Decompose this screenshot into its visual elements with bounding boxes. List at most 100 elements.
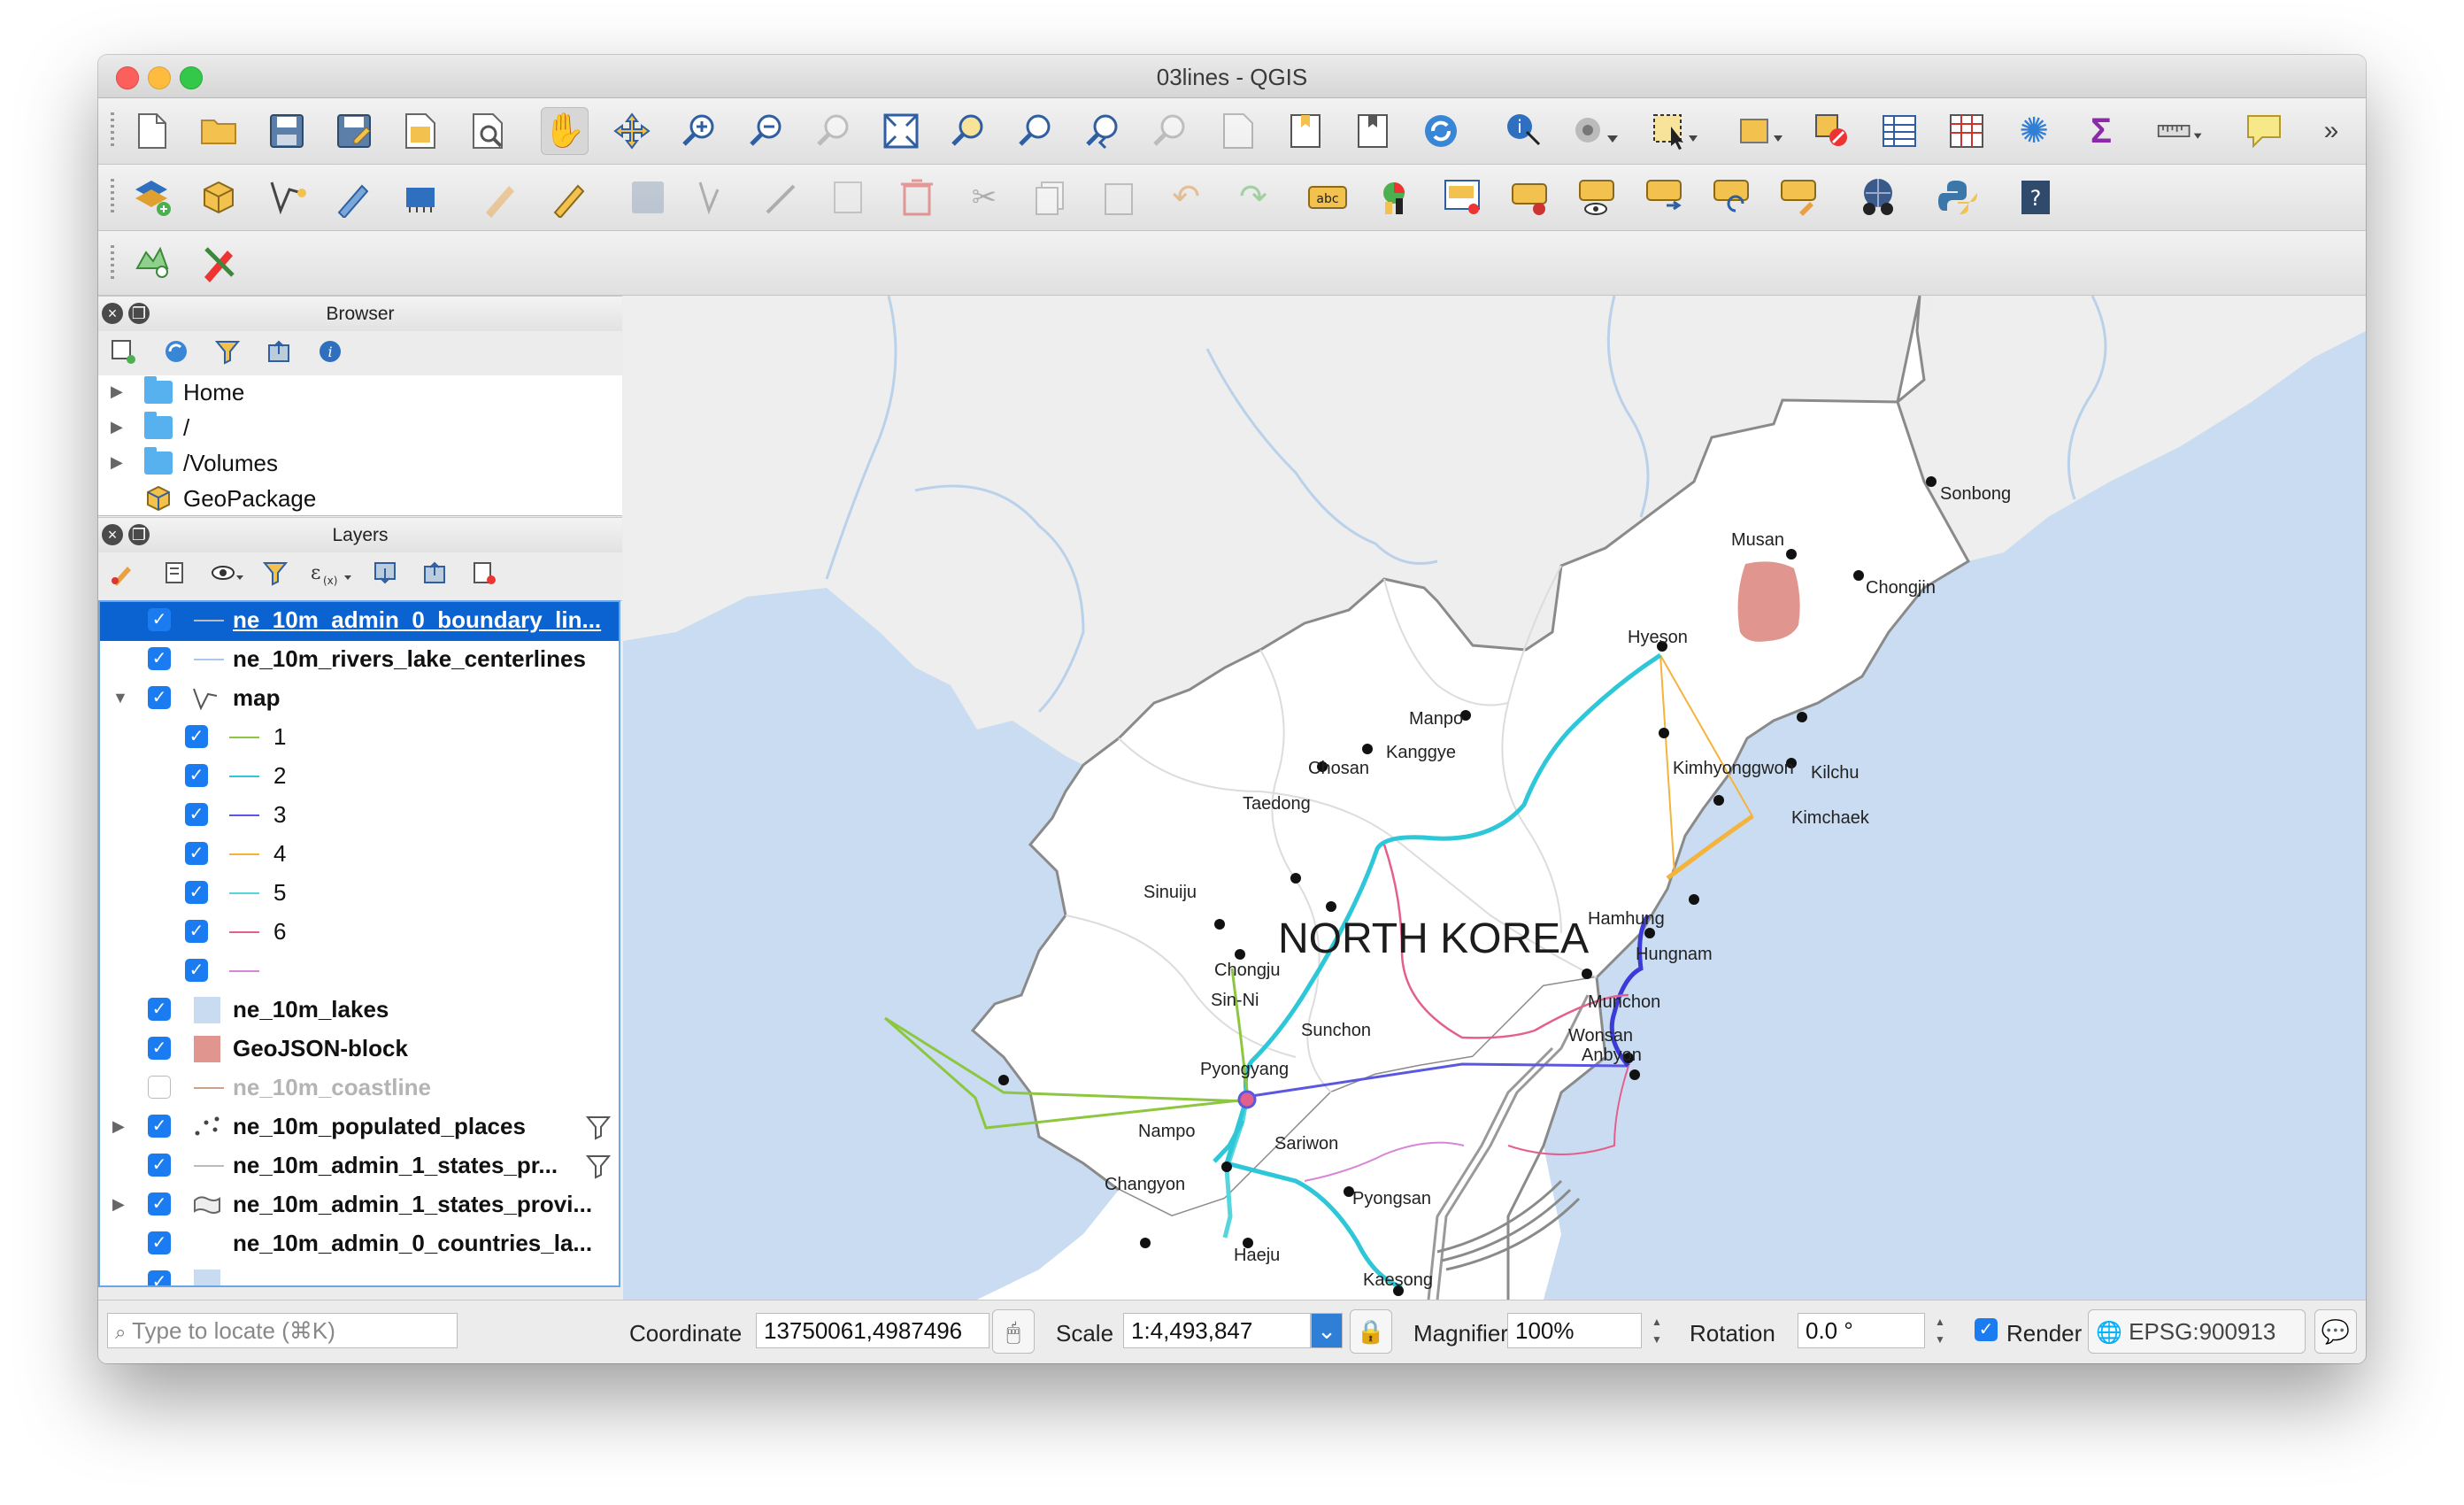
- refresh-icon[interactable]: [1417, 107, 1465, 155]
- annotation-icon[interactable]: [2240, 107, 2288, 155]
- copy-features-icon[interactable]: [1028, 174, 1075, 221]
- rotation-stepper[interactable]: ▲ ▼: [1930, 1313, 1950, 1348]
- new-project-icon[interactable]: [128, 107, 176, 155]
- map-svg[interactable]: NORTH KOREA Musan Sonbong Chongjin Hyeso…: [623, 296, 2366, 1300]
- pan-icon[interactable]: ✋: [541, 107, 589, 155]
- category-row[interactable]: ✓ 5: [100, 875, 619, 914]
- magnifier-field[interactable]: 100%: [1507, 1313, 1642, 1348]
- attribute-table-icon[interactable]: [1875, 107, 1923, 155]
- zoom-last-icon[interactable]: [1079, 107, 1127, 155]
- layer-group-row[interactable]: ▼ ✓ map: [100, 680, 619, 719]
- scale-combobox[interactable]: 1:4,493,847: [1123, 1313, 1311, 1348]
- data-source-manager-icon[interactable]: [196, 174, 243, 221]
- new-map-view-icon[interactable]: [1350, 107, 1398, 155]
- zoom-native-icon[interactable]: [810, 107, 858, 155]
- category-row[interactable]: ✓ 2: [100, 758, 619, 797]
- paste-features-icon[interactable]: [1095, 174, 1143, 221]
- layer-row[interactable]: ▶ ✓ ne_10m_populated_places: [100, 1108, 619, 1147]
- georeferencer-icon[interactable]: [1854, 174, 1902, 221]
- rotation-field[interactable]: 0.0 °: [1798, 1313, 1925, 1348]
- digitize-vertex-icon[interactable]: [263, 174, 311, 221]
- pan-to-selection-icon[interactable]: [608, 107, 656, 155]
- layer-row[interactable]: ▶ ✓ ne_10m_admin_1_states_provi...: [100, 1186, 619, 1225]
- more-tools-icon[interactable]: »: [2307, 107, 2355, 155]
- current-edits-icon[interactable]: [477, 174, 525, 221]
- category-checkbox[interactable]: ✓: [185, 842, 208, 865]
- save-project-icon[interactable]: [263, 107, 311, 155]
- filter-icon[interactable]: [212, 338, 243, 370]
- locator-search-input[interactable]: ⌕ Type to locate (⌘K): [107, 1313, 458, 1348]
- category-row[interactable]: ✓ 1: [100, 719, 619, 758]
- layer-row[interactable]: ✓: [100, 1264, 619, 1285]
- delete-selected-icon[interactable]: [893, 174, 941, 221]
- zoom-to-selection-icon[interactable]: [944, 107, 992, 155]
- label-move-icon[interactable]: [1573, 174, 1621, 221]
- vertex-tool-icon[interactable]: [691, 174, 739, 221]
- scale-dropdown-chevron-icon[interactable]: ⌄: [1311, 1313, 1343, 1348]
- add-group-icon[interactable]: [158, 560, 190, 591]
- deselect-icon[interactable]: [1808, 107, 1856, 155]
- measure-icon[interactable]: [2157, 107, 2205, 155]
- statistics-icon[interactable]: ✺: [2010, 107, 2058, 155]
- lock-scale-icon[interactable]: 🔒: [1350, 1309, 1392, 1354]
- browser-item[interactable]: ▶/Volumes: [98, 446, 622, 482]
- select-features-icon[interactable]: [1651, 107, 1698, 155]
- style-manager-icon[interactable]: [107, 560, 139, 591]
- actions-icon[interactable]: [1571, 107, 1619, 155]
- expand-arrow-icon[interactable]: ▶: [111, 382, 123, 401]
- toggle-extents-mouse-icon[interactable]: 🖱: [992, 1309, 1035, 1354]
- messages-icon[interactable]: 💬: [2314, 1309, 2357, 1354]
- add-selected-layers-icon[interactable]: [107, 338, 139, 370]
- redo-icon[interactable]: ↷: [1229, 174, 1277, 221]
- toolbar-grip[interactable]: [111, 112, 114, 150]
- filter-expression-icon[interactable]: ε (x): [309, 560, 355, 591]
- layer-visibility-checkbox[interactable]: [148, 1076, 171, 1099]
- save-edits-icon[interactable]: [624, 174, 672, 221]
- new-bookmark-icon[interactable]: [1215, 107, 1263, 155]
- undo-icon[interactable]: ↶: [1162, 174, 1210, 221]
- zoom-in-icon[interactable]: [675, 107, 723, 155]
- refresh-icon[interactable]: [160, 338, 192, 370]
- add-layer-icon[interactable]: [128, 174, 176, 221]
- category-checkbox[interactable]: ✓: [185, 725, 208, 748]
- field-calculator-icon[interactable]: [1943, 107, 1990, 155]
- zoom-to-layer-icon[interactable]: [1012, 107, 1059, 155]
- collapse-arrow-icon[interactable]: ▼: [112, 689, 128, 707]
- visibility-eye-icon[interactable]: [210, 560, 243, 591]
- category-row[interactable]: ✓: [100, 953, 619, 992]
- layer-row[interactable]: ✓ ne_10m_admin_0_countries_la...: [100, 1225, 619, 1264]
- label-show-hide-icon[interactable]: [1505, 174, 1553, 221]
- toggle-editing-icon[interactable]: [544, 174, 592, 221]
- modify-attributes-icon[interactable]: [826, 174, 874, 221]
- category-row[interactable]: ✓ 3: [100, 797, 619, 836]
- coordinate-field[interactable]: 13750061,4987496: [756, 1313, 989, 1348]
- browser-item[interactable]: ▶ Home: [98, 375, 622, 411]
- collapse-all-icon[interactable]: [419, 560, 450, 591]
- digitizing-tools-icon[interactable]: [196, 238, 243, 286]
- layer-visibility-checkbox[interactable]: ✓: [148, 1231, 171, 1254]
- layer-visibility-checkbox[interactable]: ✓: [148, 686, 171, 709]
- open-attribute-table-icon[interactable]: [1737, 107, 1785, 155]
- save-as-icon[interactable]: [330, 107, 378, 155]
- category-checkbox[interactable]: ✓: [185, 959, 208, 982]
- identify-icon[interactable]: i: [1500, 107, 1548, 155]
- label-rotate-icon[interactable]: [1640, 174, 1688, 221]
- node-tool-icon[interactable]: [758, 174, 806, 221]
- remove-layer-icon[interactable]: [468, 560, 500, 591]
- layer-visibility-checkbox[interactable]: ✓: [148, 1115, 171, 1138]
- map-canvas[interactable]: NORTH KOREA Musan Sonbong Chongjin Hyeso…: [623, 296, 2366, 1300]
- layer-row[interactable]: ne_10m_coastline: [100, 1069, 619, 1108]
- properties-info-icon[interactable]: i: [314, 338, 346, 370]
- expand-arrow-icon[interactable]: ▶: [112, 1195, 125, 1214]
- layer-visibility-checkbox[interactable]: ✓: [148, 1037, 171, 1060]
- layer-diagram-icon[interactable]: [1371, 174, 1419, 221]
- layer-visibility-checkbox[interactable]: ✓: [148, 998, 171, 1021]
- zoom-full-icon[interactable]: [877, 107, 925, 155]
- category-checkbox[interactable]: ✓: [185, 764, 208, 787]
- layer-row[interactable]: ✓ ne_10m_admin_0_boundary_lin...: [100, 602, 619, 641]
- layer-visibility-checkbox[interactable]: ✓: [148, 1270, 171, 1285]
- label-change-icon[interactable]: [1707, 174, 1755, 221]
- magnifier-stepper[interactable]: ▲ ▼: [1647, 1313, 1667, 1348]
- layer-visibility-checkbox[interactable]: ✓: [148, 1154, 171, 1177]
- collapse-all-icon[interactable]: [263, 338, 295, 370]
